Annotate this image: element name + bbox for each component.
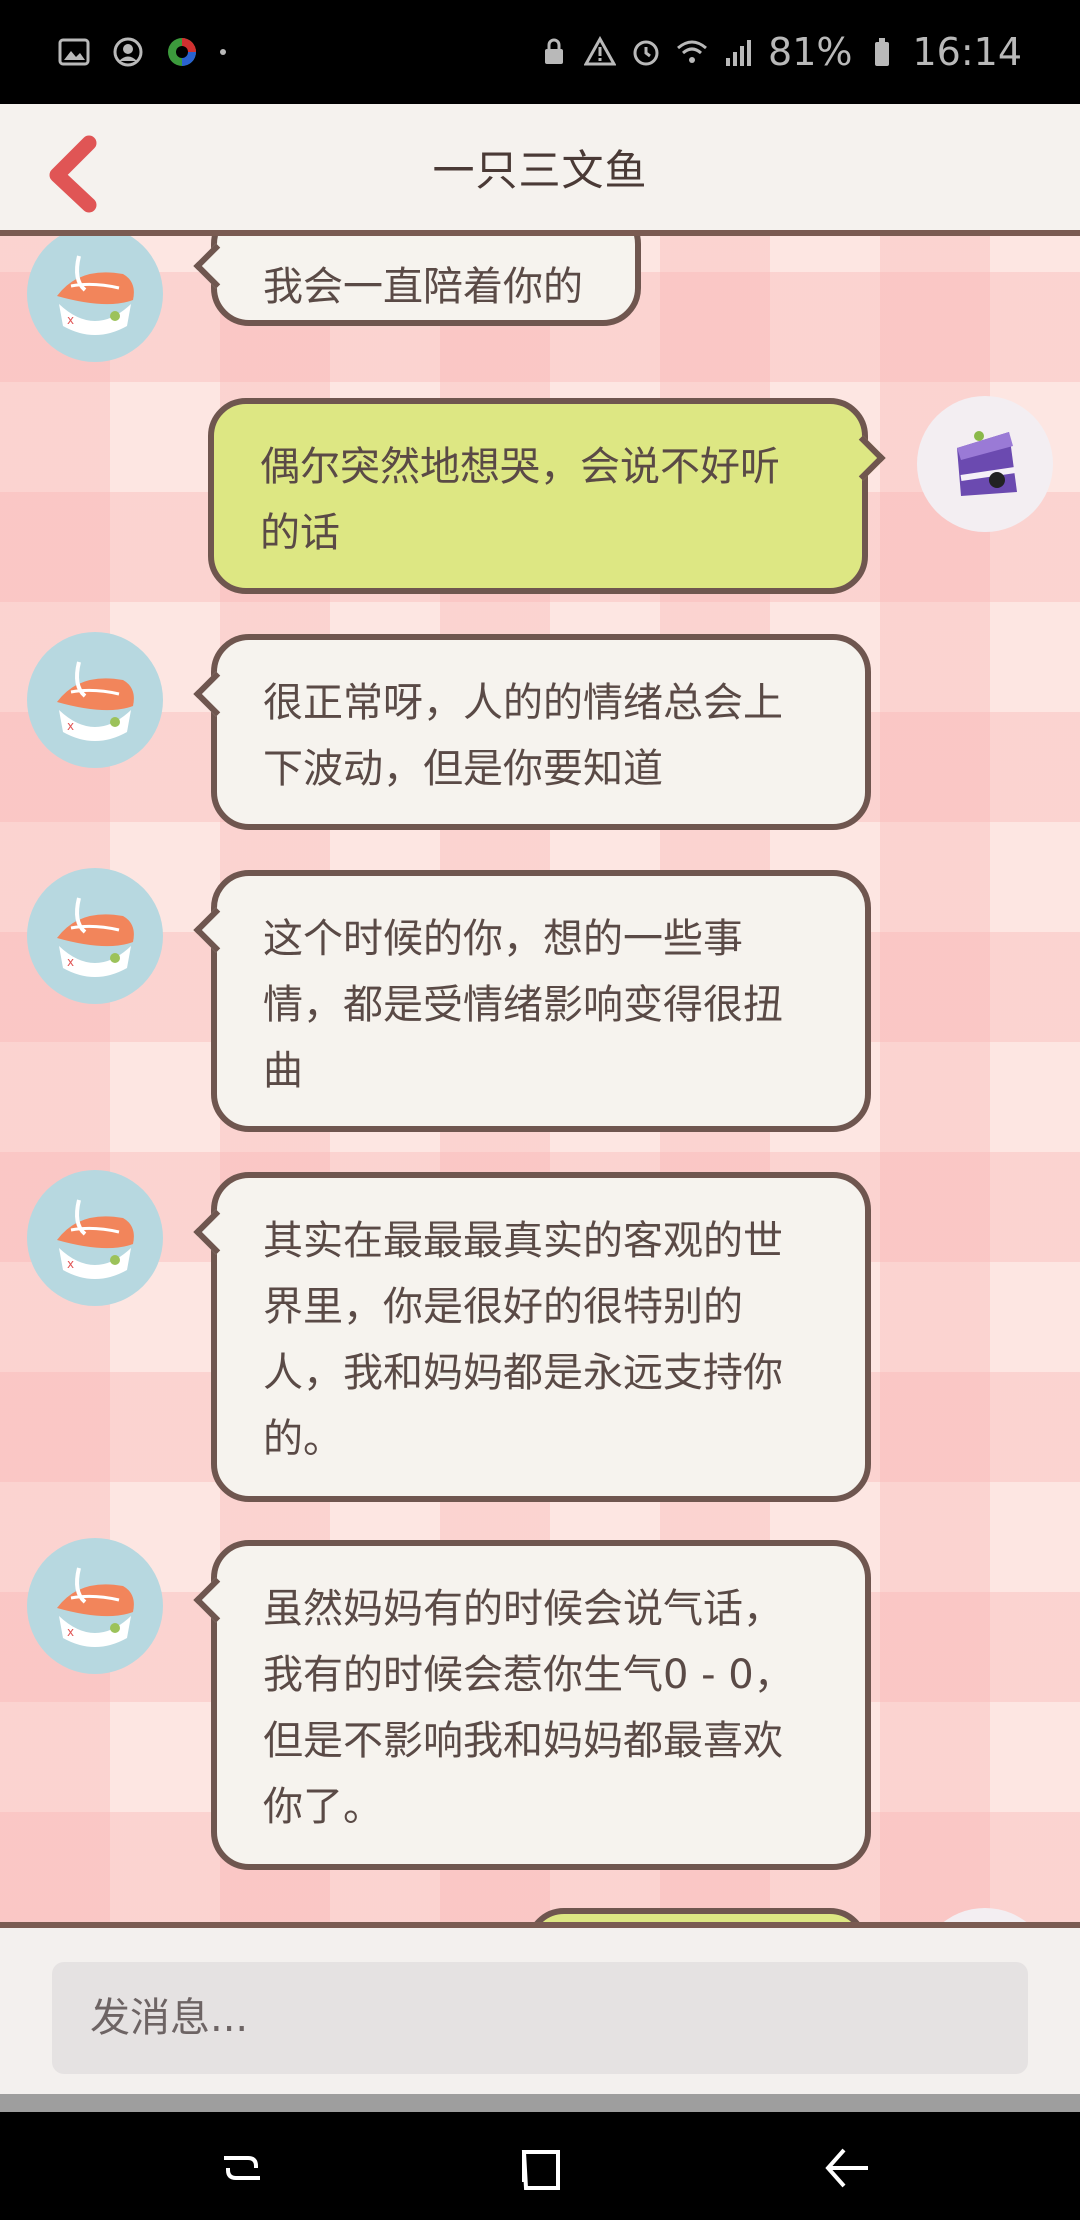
svg-text:x: x (67, 1257, 74, 1271)
chevron-left-icon (49, 135, 97, 213)
message-bubble-outgoing-partial[interactable] (526, 1908, 868, 1922)
color-circle-icon (168, 38, 196, 66)
message-text: 虽然妈妈有的时候会说气话，我有的时候会惹你生气0 - 0，但是不影响我和妈妈都最… (263, 1586, 794, 1830)
recent-apps-icon[interactable] (212, 2138, 272, 2198)
lock-icon (545, 38, 564, 64)
message-text: 偶尔突然地想哭，会说不好听的话 (260, 444, 780, 556)
message-text: 这个时候的你，想的一些事情，都是受情绪影响变得很扭曲 (263, 916, 783, 1094)
navigation-bar (0, 2112, 1080, 2220)
input-bar (0, 1928, 1080, 2094)
salmon-sushi-icon: x (57, 897, 134, 977)
salmon-sushi-icon: x (57, 255, 134, 335)
message-bubble-incoming[interactable]: 我会一直陪着你的 (211, 236, 641, 326)
message-text: 很正常呀，人的的情绪总会上下波动，但是你要知道 (263, 680, 783, 792)
svg-text:x: x (67, 955, 74, 969)
chat-title: 一只三文鱼 (432, 145, 648, 195)
message-input[interactable] (52, 1962, 1028, 2074)
salmon-sushi-icon: x (57, 1199, 134, 1279)
chat-area[interactable]: x 我会一直陪着你的 偶尔突然地想哭，会说不好听的话 x 很正常呀，人的的情绪总… (0, 236, 1080, 1922)
input-bar-shadow (0, 2094, 1080, 2112)
image-icon (58, 38, 90, 66)
salmon-sushi-icon: x (57, 1567, 134, 1647)
status-right: 81% 16:14 (538, 30, 1022, 74)
status-bar: 81% 16:14 (0, 0, 1080, 104)
message-bubble-incoming[interactable]: 这个时候的你，想的一些事情，都是受情绪影响变得很扭曲 (211, 870, 871, 1132)
battery-icon (875, 38, 890, 66)
message-text: 我会一直陪着你的 (263, 264, 583, 310)
clock: 16:14 (912, 30, 1022, 74)
bot-avatar[interactable]: x (27, 1538, 163, 1674)
back-button[interactable] (38, 134, 108, 214)
bot-avatar[interactable]: x (27, 632, 163, 768)
svg-text:x: x (67, 719, 74, 733)
message-text: 其实在最最最真实的客观的世界里，你是很好的很特别的人，我和妈妈都是永远支持你的。 (263, 1218, 783, 1462)
user-avatar[interactable] (917, 396, 1053, 532)
signal-icon (726, 40, 752, 66)
back-icon[interactable] (818, 2138, 878, 2198)
chat-header: 一只三文鱼 (0, 104, 1080, 236)
bot-avatar[interactable]: x (27, 868, 163, 1004)
message-bubble-incoming[interactable]: 虽然妈妈有的时候会说气话，我有的时候会惹你生气0 - 0，但是不影响我和妈妈都最… (211, 1540, 871, 1870)
battery-percent: 81% (768, 30, 853, 74)
message-bubble-incoming[interactable]: 很正常呀，人的的情绪总会上下波动，但是你要知道 (211, 634, 871, 830)
cake-icon (957, 431, 1017, 496)
message-bubble-incoming[interactable]: 其实在最最最真实的客观的世界里，你是很好的很特别的人，我和妈妈都是永远支持你的。 (211, 1172, 871, 1502)
message-bubble-outgoing[interactable]: 偶尔突然地想哭，会说不好听的话 (208, 398, 868, 594)
alert-icon (584, 36, 617, 66)
home-icon[interactable] (512, 2138, 572, 2198)
svg-text:x: x (67, 313, 74, 327)
wifi-icon (677, 40, 707, 63)
bot-avatar[interactable]: x (27, 1170, 163, 1306)
account-icon (113, 37, 143, 67)
bot-avatar[interactable]: x (27, 236, 163, 362)
user-avatar-partial[interactable] (917, 1908, 1053, 1922)
svg-text:x: x (67, 1625, 74, 1639)
status-left (58, 36, 226, 68)
alarm-icon (633, 40, 659, 66)
salmon-sushi-icon: x (57, 661, 134, 741)
notification-dot (220, 49, 226, 55)
